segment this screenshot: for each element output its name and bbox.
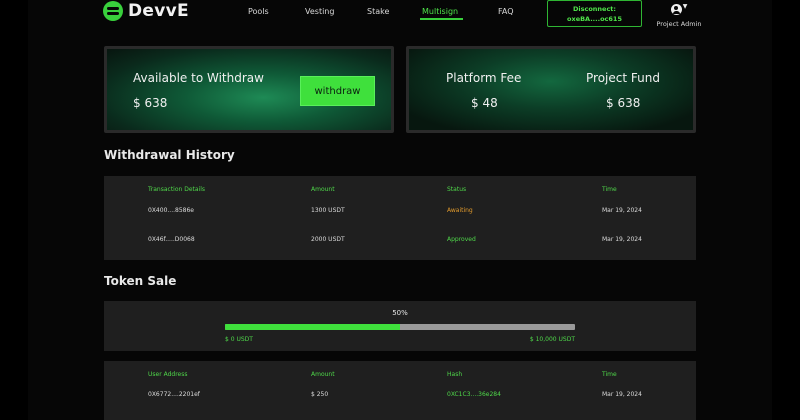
nav-pools[interactable]: Pools <box>248 7 269 16</box>
amount: $ 250 <box>311 391 329 398</box>
user-icon <box>670 4 682 15</box>
account-role: Project Admin <box>656 20 702 28</box>
column-header: Amount <box>311 186 335 193</box>
status-badge: Awaiting <box>447 207 473 214</box>
wallet-address: oxeBA....oc615 <box>567 15 622 23</box>
available-withdraw-card: Available to Withdraw $ 638 withdraw <box>104 46 394 133</box>
tx-details: 0X400....8586e <box>148 207 194 214</box>
logo-icon <box>103 1 123 21</box>
project-fund-title: Project Fund <box>586 71 660 85</box>
logo-text: DevvE <box>128 1 189 21</box>
token-sale-title: Token Sale <box>104 274 177 288</box>
disconnect-button[interactable]: Disconnect: oxeBA....oc615 <box>547 0 642 27</box>
column-header: Status <box>447 186 467 193</box>
column-header: Amount <box>311 371 335 378</box>
tx-hash-link[interactable]: 0XC1C3....36e284 <box>447 391 501 398</box>
nav-vesting[interactable]: Vesting <box>305 7 334 16</box>
platform-fee-value: $ 48 <box>471 96 498 110</box>
time: Mar 19, 2024 <box>602 391 642 398</box>
column-header: Transaction Details <box>148 186 206 193</box>
withdrawal-history-table: Transaction Details Amount Status Time 0… <box>104 176 696 260</box>
amount: 1300 USDT <box>311 207 345 214</box>
withdraw-button[interactable]: withdraw <box>300 76 375 106</box>
available-value: $ 638 <box>133 96 168 110</box>
logo[interactable]: DevvE <box>103 1 189 21</box>
column-header: User Address <box>148 371 188 378</box>
available-title: Available to Withdraw <box>133 71 264 85</box>
active-nav-underline <box>420 18 463 20</box>
platform-fee-title: Platform Fee <box>446 71 522 85</box>
progress-percent: 50% <box>392 309 408 317</box>
status-badge: Approved <box>447 236 476 243</box>
disconnect-label: Disconnect: <box>572 5 617 13</box>
fund-summary-card: Platform Fee $ 48 Project Fund $ 638 <box>406 46 696 133</box>
caret-down-icon: ▼ <box>682 3 688 10</box>
nav-multisign[interactable]: Multisign <box>422 7 458 16</box>
column-header: Hash <box>447 371 463 378</box>
withdrawal-history-title: Withdrawal History <box>104 148 235 162</box>
column-header: Time <box>602 186 617 193</box>
token-sale-table: User Address Amount Hash Time 0X6772....… <box>104 361 696 420</box>
time: Mar 19, 2024 <box>602 207 642 214</box>
nav-faq[interactable]: FAQ <box>498 7 514 16</box>
user-address: 0X6772....2201ef <box>148 391 200 398</box>
token-sale-progress-panel: 50% $ 0 USDT $ 10,000 USDT <box>104 301 696 351</box>
progress-max-label: $ 10,000 USDT <box>529 336 575 343</box>
account-menu[interactable]: ▼ Project Admin <box>650 0 708 28</box>
progress-bar <box>225 324 575 330</box>
nav-stake[interactable]: Stake <box>367 7 389 16</box>
progress-min-label: $ 0 USDT <box>225 336 253 343</box>
amount: 2000 USDT <box>311 236 345 243</box>
progress-bar-fill <box>225 324 400 330</box>
top-nav: DevvE Pools Vesting Stake Multisign FAQ … <box>0 0 800 30</box>
time: Mar 19, 2024 <box>602 236 642 243</box>
column-header: Time <box>602 371 617 378</box>
tx-details: 0X46f.....D0068 <box>148 236 195 243</box>
project-fund-value: $ 638 <box>606 96 641 110</box>
